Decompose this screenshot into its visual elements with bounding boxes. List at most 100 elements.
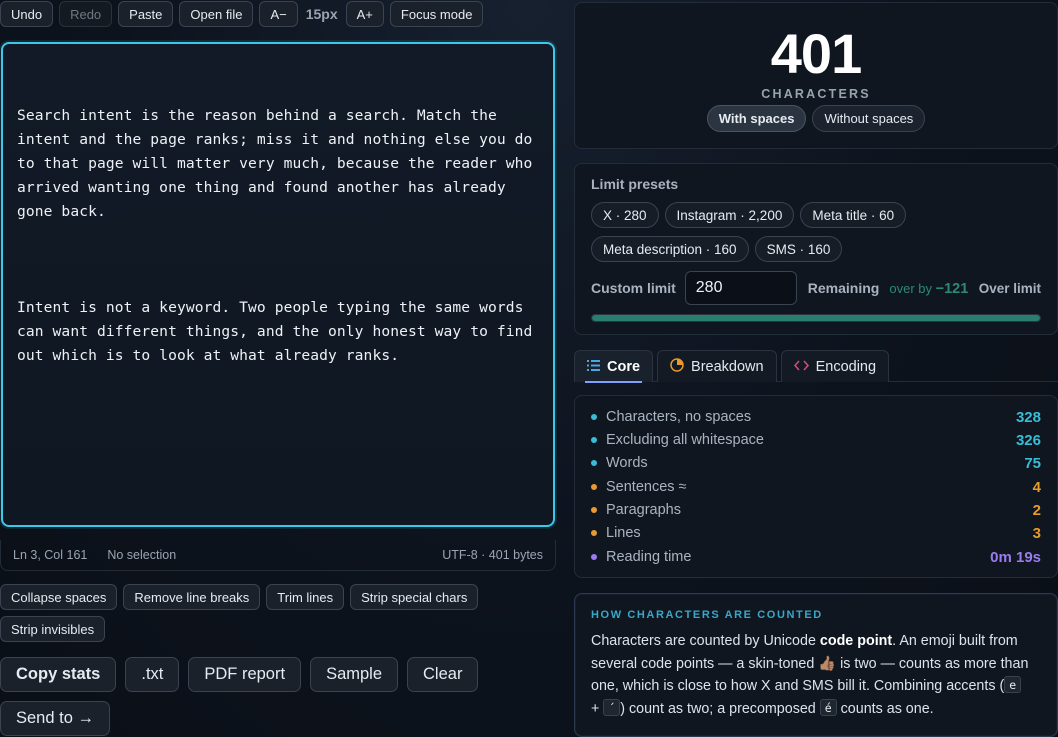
font-increase-button[interactable]: A+ bbox=[345, 1, 384, 27]
font-size-readout: 15px bbox=[305, 6, 338, 22]
stat-row: Lines 3 bbox=[591, 523, 1041, 543]
stat-label: Characters, no spaces bbox=[606, 409, 752, 425]
text-editor[interactable]: Search intent is the reason behind a sea… bbox=[1, 42, 555, 527]
remove-line-breaks-button[interactable]: Remove line breaks bbox=[123, 584, 261, 610]
editor-paragraph: Search intent is the reason behind a sea… bbox=[17, 107, 533, 220]
preset-meta-description[interactable]: Meta description · 160 bbox=[591, 236, 749, 262]
stat-label: Excluding all whitespace bbox=[606, 432, 764, 448]
pie-chart-icon bbox=[670, 358, 684, 375]
info-emphasis: code point bbox=[819, 633, 893, 649]
transform-buttons: Collapse spaces Remove line breaks Trim … bbox=[0, 584, 560, 648]
preset-sms[interactable]: SMS · 160 bbox=[754, 236, 843, 262]
remaining-label: Remaining bbox=[807, 280, 880, 296]
char-chip: e bbox=[1004, 676, 1022, 694]
code-icon bbox=[793, 359, 809, 374]
tab-encoding[interactable]: Encoding bbox=[780, 350, 890, 382]
stat-row: Excluding all whitespace 326 bbox=[591, 430, 1041, 450]
pdf-report-button[interactable]: PDF report bbox=[188, 657, 302, 692]
custom-limit-input[interactable]: 280 bbox=[684, 271, 797, 305]
stat-dot bbox=[591, 554, 597, 560]
stat-value: 328 bbox=[1015, 408, 1041, 426]
collapse-spaces-button[interactable]: Collapse spaces bbox=[0, 584, 118, 610]
stat-value: 4 bbox=[1032, 478, 1041, 496]
focus-mode-button[interactable]: Focus mode bbox=[389, 1, 484, 27]
stat-row: Reading time 0m 19s bbox=[591, 547, 1041, 567]
editor-toolbar: Undo Redo Paste Open file A− 15px A+ Foc… bbox=[0, 1, 484, 27]
action-buttons: Copy stats .txt PDF report Sample Clear … bbox=[0, 657, 560, 737]
stat-dot bbox=[591, 530, 597, 536]
undo-button[interactable]: Undo bbox=[0, 1, 54, 27]
stat-dot bbox=[591, 414, 597, 420]
thumbs-up-emoji: 👍🏽 bbox=[818, 655, 837, 672]
limit-progress-fill bbox=[592, 315, 1040, 321]
tab-label: Core bbox=[607, 358, 641, 375]
clear-button[interactable]: Clear bbox=[407, 657, 479, 692]
stat-value: 326 bbox=[1015, 431, 1041, 449]
editor-paragraph: Intent is not a keyword. Two people typi… bbox=[17, 299, 533, 364]
preset-row: X · 280 Instagram · 2,200 Meta title · 6… bbox=[591, 202, 907, 228]
character-count: 401 bbox=[770, 22, 862, 85]
tab-label: Breakdown bbox=[691, 358, 764, 375]
tab-breakdown[interactable]: Breakdown bbox=[657, 350, 777, 382]
stat-label: Sentences ≈ bbox=[606, 479, 687, 495]
stat-row: Sentences ≈ 4 bbox=[591, 477, 1041, 497]
counting-info-panel: HOW CHARACTERS ARE COUNTED Characters ar… bbox=[574, 593, 1058, 737]
stat-row: Words 75 bbox=[591, 453, 1041, 473]
stat-dot bbox=[591, 437, 597, 443]
trim-lines-button[interactable]: Trim lines bbox=[266, 584, 345, 610]
copy-stats-button[interactable]: Copy stats bbox=[0, 657, 117, 692]
char-chip: ´ bbox=[603, 699, 621, 717]
count-mode-toggle: With spaces Without spaces bbox=[575, 105, 1057, 132]
stat-dot bbox=[591, 484, 597, 490]
character-count-panel: 401 CHARACTERS With spaces Without space… bbox=[574, 2, 1058, 149]
tab-core[interactable]: Core bbox=[574, 350, 654, 383]
info-text: + bbox=[591, 701, 604, 718]
stat-dot bbox=[591, 507, 597, 513]
custom-limit-label: Custom limit bbox=[591, 280, 676, 296]
over-by-label: over by bbox=[889, 281, 932, 296]
with-spaces-toggle[interactable]: With spaces bbox=[706, 105, 807, 132]
preset-meta-title[interactable]: Meta title · 60 bbox=[800, 202, 907, 228]
without-spaces-toggle[interactable]: Without spaces bbox=[812, 105, 926, 132]
stat-row: Characters, no spaces 328 bbox=[591, 407, 1041, 427]
over-by-value: −121 bbox=[935, 281, 969, 297]
cursor-position: Ln 3, Col 161 bbox=[13, 548, 88, 562]
strip-invisibles-button[interactable]: Strip invisibles bbox=[0, 616, 106, 642]
paste-button[interactable]: Paste bbox=[118, 1, 174, 27]
redo-button[interactable]: Redo bbox=[59, 1, 113, 27]
download-txt-button[interactable]: .txt bbox=[125, 657, 180, 692]
open-file-button[interactable]: Open file bbox=[179, 1, 254, 27]
preset-x[interactable]: X · 280 bbox=[591, 202, 659, 228]
list-icon bbox=[587, 359, 600, 374]
stat-label: Words bbox=[606, 455, 648, 471]
preset-row: Meta description · 160 SMS · 160 bbox=[591, 236, 843, 262]
over-limit-status: Over limit bbox=[978, 280, 1041, 296]
stat-value: 2 bbox=[1032, 501, 1041, 519]
preset-instagram[interactable]: Instagram · 2,200 bbox=[664, 202, 795, 228]
tab-label: Encoding bbox=[815, 358, 877, 375]
stat-value: 3 bbox=[1032, 524, 1041, 542]
stat-dot bbox=[591, 460, 597, 466]
stat-value: 75 bbox=[1024, 454, 1041, 472]
selection-status: No selection bbox=[107, 548, 177, 562]
info-text: Characters are counted by Unicode bbox=[591, 633, 820, 649]
char-chip: é bbox=[819, 699, 837, 717]
character-count-label: CHARACTERS bbox=[761, 87, 871, 101]
limit-presets-panel: Limit presets X · 280 Instagram · 2,200 … bbox=[574, 163, 1058, 335]
sample-button[interactable]: Sample bbox=[310, 657, 399, 692]
info-title: HOW CHARACTERS ARE COUNTED bbox=[591, 609, 823, 621]
limit-progress-bar bbox=[591, 314, 1041, 322]
stat-value: 0m 19s bbox=[990, 548, 1041, 566]
strip-special-chars-button[interactable]: Strip special chars bbox=[350, 584, 479, 610]
stat-label: Reading time bbox=[606, 549, 692, 565]
send-to-button[interactable]: Send to → bbox=[0, 701, 110, 736]
info-text: counts as one. bbox=[836, 701, 934, 718]
info-body: Characters are counted by Unicode code p… bbox=[591, 630, 1033, 721]
font-decrease-button[interactable]: A− bbox=[259, 1, 298, 27]
limit-presets-title: Limit presets bbox=[591, 176, 679, 192]
over-by-readout: over by −121 bbox=[889, 281, 968, 297]
stat-row: Paragraphs 2 bbox=[591, 500, 1041, 520]
stats-tabs: Core Breakdown Encoding bbox=[574, 350, 1058, 383]
core-stats-panel: Characters, no spaces 328 Excluding all … bbox=[574, 395, 1058, 578]
encoding-status: UTF-8 · 401 bytes bbox=[442, 548, 543, 562]
